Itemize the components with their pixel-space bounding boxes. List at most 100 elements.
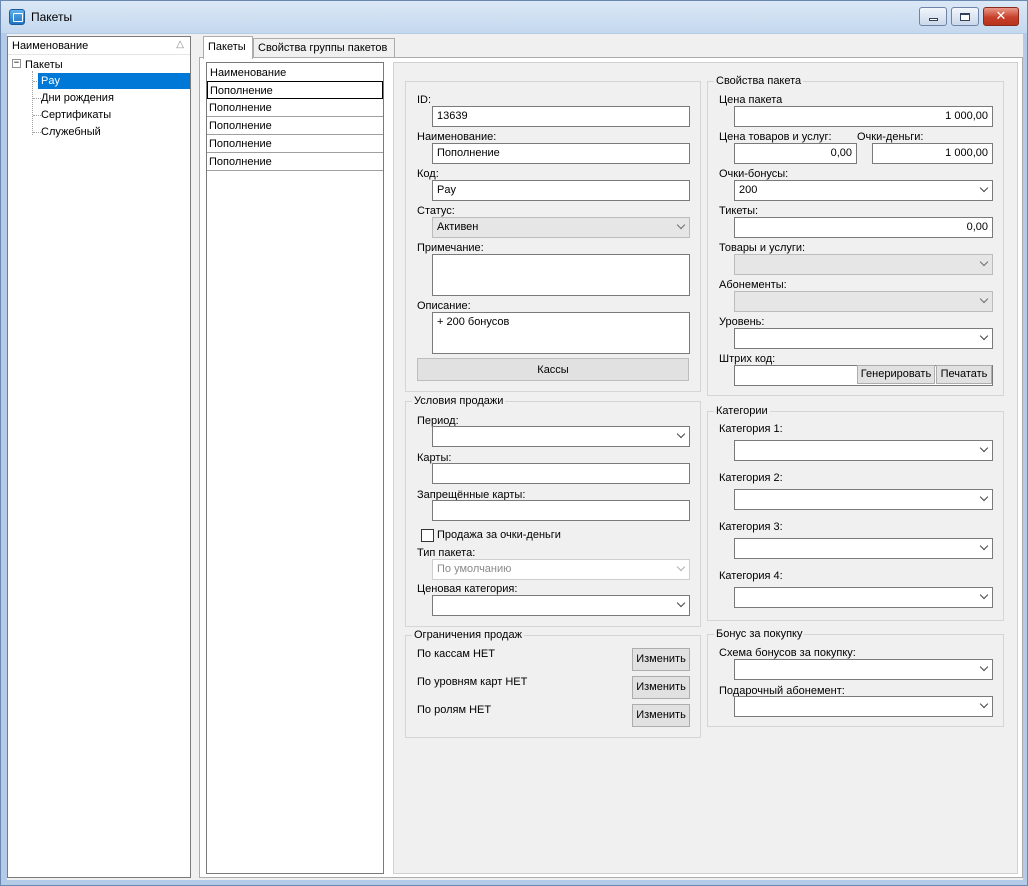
tree-header-label: Наименование xyxy=(12,40,89,52)
purchase-bonus-group: Бонус за покупку Схема бонусов за покупк… xyxy=(707,628,1004,727)
change-roles-button[interactable]: Изменить xyxy=(632,704,690,727)
tree-item-pay[interactable]: Pay xyxy=(38,73,190,89)
chevron-down-icon xyxy=(676,562,686,572)
tickets-label: Тикеты: xyxy=(719,205,759,217)
list-column-header[interactable]: Наименование xyxy=(207,63,383,81)
minimize-button[interactable] xyxy=(919,7,947,26)
price-field[interactable]: 1 000,00 xyxy=(734,106,993,127)
category-3-label: Категория 3: xyxy=(719,521,783,533)
print-button[interactable]: Печатать xyxy=(936,365,992,384)
tab-group-properties[interactable]: Свойства группы пакетов xyxy=(253,38,395,58)
chevron-down-icon xyxy=(979,492,989,502)
maximize-button[interactable] xyxy=(951,7,979,26)
note-field[interactable] xyxy=(432,254,690,296)
restriction-levels-label: По уровням карт НЕТ xyxy=(417,676,528,688)
description-label: Описание: xyxy=(417,300,471,312)
list-item[interactable]: Пополнение xyxy=(207,81,383,99)
status-select[interactable]: Активен xyxy=(432,217,690,238)
name-field[interactable]: Пополнение xyxy=(432,143,690,164)
chevron-down-icon xyxy=(979,294,989,304)
package-type-label: Тип пакета: xyxy=(417,547,476,559)
group-tree: Наименование △ − Пакеты Pay Дни рождения… xyxy=(7,36,191,878)
sort-ascending-icon: △ xyxy=(176,39,184,50)
generate-button[interactable]: Генерировать xyxy=(857,365,935,384)
goods-price-field[interactable]: 0,00 xyxy=(734,143,857,164)
bonus-points-value: 200 xyxy=(739,184,758,196)
points-money-label[interactable]: Продажа за очки-деньги xyxy=(437,529,561,541)
bonus-points-select[interactable]: 200 xyxy=(734,180,993,201)
title-bar[interactable]: Пакеты ✕ xyxy=(1,1,1027,33)
maximize-icon xyxy=(960,12,970,21)
package-form: ID: 13639 Наименование: Пополнение Код: … xyxy=(393,62,1018,874)
period-select[interactable] xyxy=(432,426,690,447)
description-field[interactable]: + 200 бонусов xyxy=(432,312,690,354)
code-label: Код: xyxy=(417,168,439,180)
client-area: Наименование △ − Пакеты Pay Дни рождения… xyxy=(7,34,1023,880)
main-window: Пакеты ✕ Наименование △ − Пакеты Pay Дни… xyxy=(0,0,1028,886)
price-category-select[interactable] xyxy=(432,595,690,616)
kassy-button[interactable]: Кассы xyxy=(417,358,689,381)
tab-panel: Наименование Пополнение Пополнение Попол… xyxy=(199,57,1023,878)
goods-label: Товары и услуги: xyxy=(719,242,806,254)
collapse-icon[interactable]: − xyxy=(12,59,21,68)
subscriptions-label: Абонементы: xyxy=(719,279,787,291)
chevron-down-icon xyxy=(979,331,989,341)
tree-item-service[interactable]: Служебный xyxy=(41,124,101,140)
category-3-select[interactable] xyxy=(734,538,993,559)
change-levels-button[interactable]: Изменить xyxy=(632,676,690,699)
tree-root-pakety[interactable]: Пакеты xyxy=(25,57,63,73)
id-field[interactable]: 13639 xyxy=(432,106,690,127)
bonus-points-label: Очки-бонусы: xyxy=(719,168,789,180)
note-label: Примечание: xyxy=(417,242,484,254)
category-2-label: Категория 2: xyxy=(719,472,783,484)
gift-subscription-select[interactable] xyxy=(734,696,993,717)
bonus-scheme-select[interactable] xyxy=(734,659,993,680)
tab-packages[interactable]: Пакеты xyxy=(203,36,253,59)
restriction-roles-label: По ролям НЕТ xyxy=(417,704,492,716)
change-kassy-button[interactable]: Изменить xyxy=(632,648,690,671)
code-field[interactable]: Pay xyxy=(432,180,690,201)
list-item[interactable]: Пополнение xyxy=(207,117,383,135)
app-icon xyxy=(9,9,25,25)
general-group: ID: 13639 Наименование: Пополнение Код: … xyxy=(405,81,701,392)
forbidden-cards-field[interactable] xyxy=(432,500,690,521)
restrictions-group: Ограничения продаж По кассам НЕТ Изменит… xyxy=(405,629,701,738)
list-item[interactable]: Пополнение xyxy=(207,153,383,171)
chevron-down-icon xyxy=(676,429,686,439)
categories-title: Категории xyxy=(714,405,770,417)
tickets-field[interactable]: 0,00 xyxy=(734,217,993,238)
category-4-select[interactable] xyxy=(734,587,993,608)
minimize-icon xyxy=(928,18,938,21)
cards-field[interactable] xyxy=(432,463,690,484)
window-title: Пакеты xyxy=(31,10,73,24)
tree-item-birthdays[interactable]: Дни рождения xyxy=(41,90,114,106)
close-icon: ✕ xyxy=(995,9,1007,24)
status-value: Активен xyxy=(437,221,479,233)
category-1-label: Категория 1: xyxy=(719,423,783,435)
sale-conditions-title: Условия продажи xyxy=(412,395,506,407)
package-type-select: По умолчанию xyxy=(432,559,690,580)
close-button[interactable]: ✕ xyxy=(983,7,1019,26)
category-1-select[interactable] xyxy=(734,440,993,461)
goods-select xyxy=(734,254,993,275)
points-money-checkbox[interactable] xyxy=(421,529,434,542)
tree-column-header[interactable]: Наименование △ xyxy=(8,37,190,55)
restriction-kassy-label: По кассам НЕТ xyxy=(417,648,495,660)
price-label: Цена пакета xyxy=(719,94,783,106)
sale-conditions-group: Условия продажи Период: Карты: Запрещённ… xyxy=(405,395,701,627)
list-item[interactable]: Пополнение xyxy=(207,99,383,117)
list-item[interactable]: Пополнение xyxy=(207,135,383,153)
chevron-down-icon xyxy=(676,220,686,230)
barcode-label: Штрих код: xyxy=(719,353,776,365)
categories-group: Категории Категория 1: Категория 2: Кате… xyxy=(707,405,1004,621)
tree-item-certificates[interactable]: Сертификаты xyxy=(41,107,111,123)
level-select[interactable] xyxy=(734,328,993,349)
points-money-price-field[interactable]: 1 000,00 xyxy=(872,143,993,164)
chevron-down-icon xyxy=(676,598,686,608)
subscriptions-select xyxy=(734,291,993,312)
category-2-select[interactable] xyxy=(734,489,993,510)
chevron-down-icon xyxy=(979,257,989,267)
tree-connector xyxy=(33,132,41,133)
tree-connector xyxy=(33,98,41,99)
package-type-value: По умолчанию xyxy=(437,563,512,575)
